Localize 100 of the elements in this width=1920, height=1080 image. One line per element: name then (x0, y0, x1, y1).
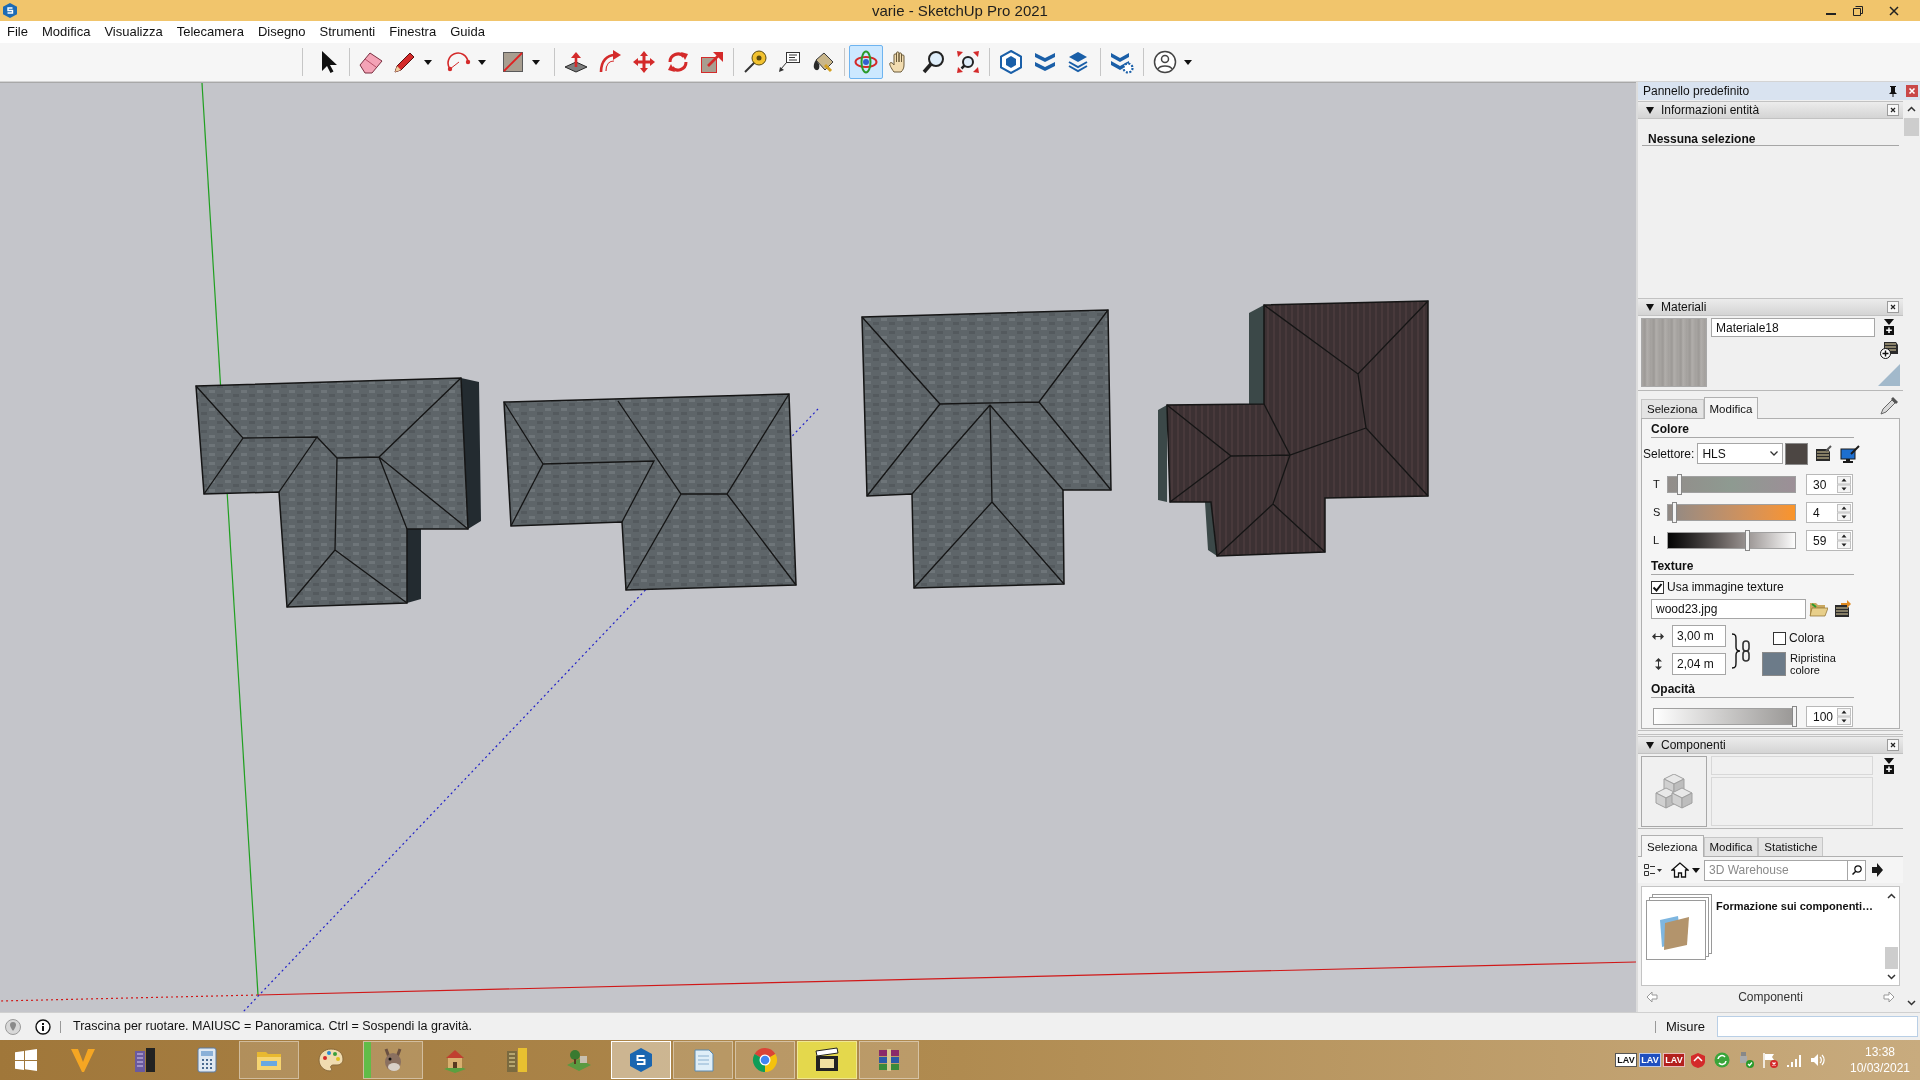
menu-item[interactable]: Visualizza (97, 21, 170, 43)
spinner-icon[interactable] (1837, 708, 1851, 725)
checkbox[interactable] (1773, 631, 1786, 645)
close-icon[interactable] (1887, 739, 1899, 751)
tab[interactable]: Seleziona (1641, 835, 1704, 857)
texture-thumbnail[interactable] (1641, 318, 1707, 387)
slider-label: T (1653, 477, 1661, 493)
slider-thumb[interactable] (1792, 706, 1797, 727)
chain-link-icon[interactable] (1742, 639, 1750, 662)
tab[interactable]: Statistiche (1758, 837, 1824, 856)
monitor-eyedropper-icon[interactable] (1840, 444, 1861, 463)
magnifier-icon (922, 50, 946, 74)
books-icon (876, 1047, 902, 1073)
slider-thumb[interactable] (1672, 502, 1678, 523)
orbit-icon (854, 50, 878, 74)
tray-badge[interactable]: LAV (1615, 1053, 1637, 1067)
menu-item[interactable]: Telecamera (169, 21, 251, 43)
info-icon[interactable] (35, 1018, 51, 1035)
number-field[interactable]: 59 (1806, 530, 1853, 551)
menu-item[interactable]: Modifica (34, 21, 98, 43)
triangle-down-icon[interactable] (1646, 741, 1654, 749)
arrow-left-icon[interactable] (1646, 990, 1658, 1003)
component-name-field[interactable] (1711, 756, 1873, 775)
sync-icon[interactable] (1714, 1052, 1730, 1068)
swatch-icon[interactable] (1762, 652, 1786, 676)
slider-thumb[interactable] (1677, 474, 1683, 495)
arrow-right-icon[interactable] (1871, 863, 1883, 877)
minimize-icon[interactable] (1826, 12, 1836, 15)
search-field[interactable]: 3D Warehouse (1704, 859, 1848, 881)
menu-item[interactable]: Finestra (382, 21, 444, 43)
taskbar-button[interactable] (797, 1041, 857, 1079)
spinner-icon[interactable] (1837, 504, 1851, 521)
search-button[interactable] (1848, 859, 1866, 881)
search-icon (1851, 865, 1862, 875)
texture-height-field[interactable]: 2,04 m (1672, 653, 1726, 675)
user-icon (1153, 50, 1177, 74)
material-name-field[interactable]: Materiale18 (1711, 318, 1875, 337)
chevron-up-icon[interactable] (1907, 106, 1916, 112)
clapperboard-icon (814, 1047, 840, 1073)
slider-track[interactable] (1667, 532, 1796, 549)
close-icon[interactable] (1889, 5, 1899, 16)
section-label: Colore (1651, 422, 1854, 438)
chevron-up-icon[interactable] (1887, 893, 1896, 899)
slider-track[interactable] (1653, 708, 1795, 725)
tray-badge[interactable]: LAV (1663, 1053, 1685, 1067)
stack-pencil-icon[interactable] (1814, 444, 1833, 463)
grid-list-icon[interactable] (1644, 864, 1662, 876)
slider-track[interactable] (1667, 476, 1796, 493)
scroll-thumb[interactable] (1904, 118, 1919, 136)
swatch-icon[interactable] (1785, 442, 1809, 465)
plug-icon[interactable] (1738, 1052, 1754, 1068)
measurements-field[interactable] (1717, 1016, 1918, 1037)
tab[interactable]: Modifica (1703, 837, 1759, 856)
close-icon[interactable] (1887, 104, 1899, 116)
slider-thumb[interactable] (1744, 530, 1750, 551)
clock-time: 13:38 (1865, 1044, 1895, 1060)
tray-badge[interactable]: LAV (1639, 1053, 1661, 1067)
number-field[interactable]: 30 (1806, 474, 1853, 495)
chevron-down-icon[interactable] (1887, 974, 1896, 980)
menu-item[interactable]: File (0, 21, 35, 43)
hexagon-logo-icon[interactable] (3, 3, 17, 18)
four-panes-icon (15, 1049, 37, 1071)
house-icon[interactable] (1671, 862, 1689, 878)
triangle-down-icon[interactable] (1646, 106, 1654, 114)
pin-icon[interactable] (1889, 85, 1897, 97)
viewport[interactable] (0, 82, 1636, 1012)
rectangle-icon (501, 50, 525, 74)
number-field[interactable]: 4 (1806, 502, 1853, 523)
slider-track[interactable] (1667, 504, 1796, 521)
eyedropper-icon[interactable] (1880, 397, 1898, 415)
triangle-down-icon[interactable] (1646, 303, 1654, 311)
chevron-down-icon[interactable] (1907, 1000, 1916, 1006)
menu-item[interactable]: Disegno (250, 21, 313, 43)
stack-plus-icon[interactable] (1880, 341, 1898, 359)
spinner-icon[interactable] (1837, 476, 1851, 493)
caret-icon[interactable] (1692, 867, 1700, 873)
shield-icon[interactable] (1690, 1052, 1706, 1068)
arrow-plus-icon[interactable] (1884, 319, 1894, 335)
close-icon[interactable] (1887, 301, 1899, 313)
tab[interactable]: Seleziona (1641, 399, 1704, 418)
chevron-down-icon (1770, 451, 1779, 456)
stack-arrow-icon[interactable] (1833, 600, 1851, 618)
component-description-field[interactable] (1711, 777, 1873, 826)
texture-file-field[interactable]: wood23.jpg (1651, 599, 1806, 619)
checkbox[interactable] (1651, 580, 1664, 594)
flag-icon[interactable] (1762, 1052, 1778, 1068)
number-field[interactable]: 100 (1806, 706, 1853, 727)
menu-item[interactable]: Strumenti (312, 21, 383, 43)
folder-open-icon[interactable] (1809, 601, 1828, 617)
tab[interactable]: Modifica (1703, 397, 1759, 419)
location-pin-icon[interactable] (5, 1018, 21, 1035)
list-item[interactable]: Formazione sui componenti… (1646, 894, 1884, 960)
spinner-icon[interactable] (1837, 532, 1851, 549)
arrow-plus-icon[interactable] (1884, 758, 1894, 774)
circle-logo-icon (752, 1047, 778, 1073)
picker-dropdown[interactable]: HLS (1697, 443, 1784, 464)
texture-width-field[interactable]: 3,00 m (1672, 625, 1726, 647)
restore-icon[interactable] (1853, 5, 1863, 16)
scroll-thumb[interactable] (1885, 947, 1898, 969)
menu-item[interactable]: Guida (443, 21, 492, 43)
